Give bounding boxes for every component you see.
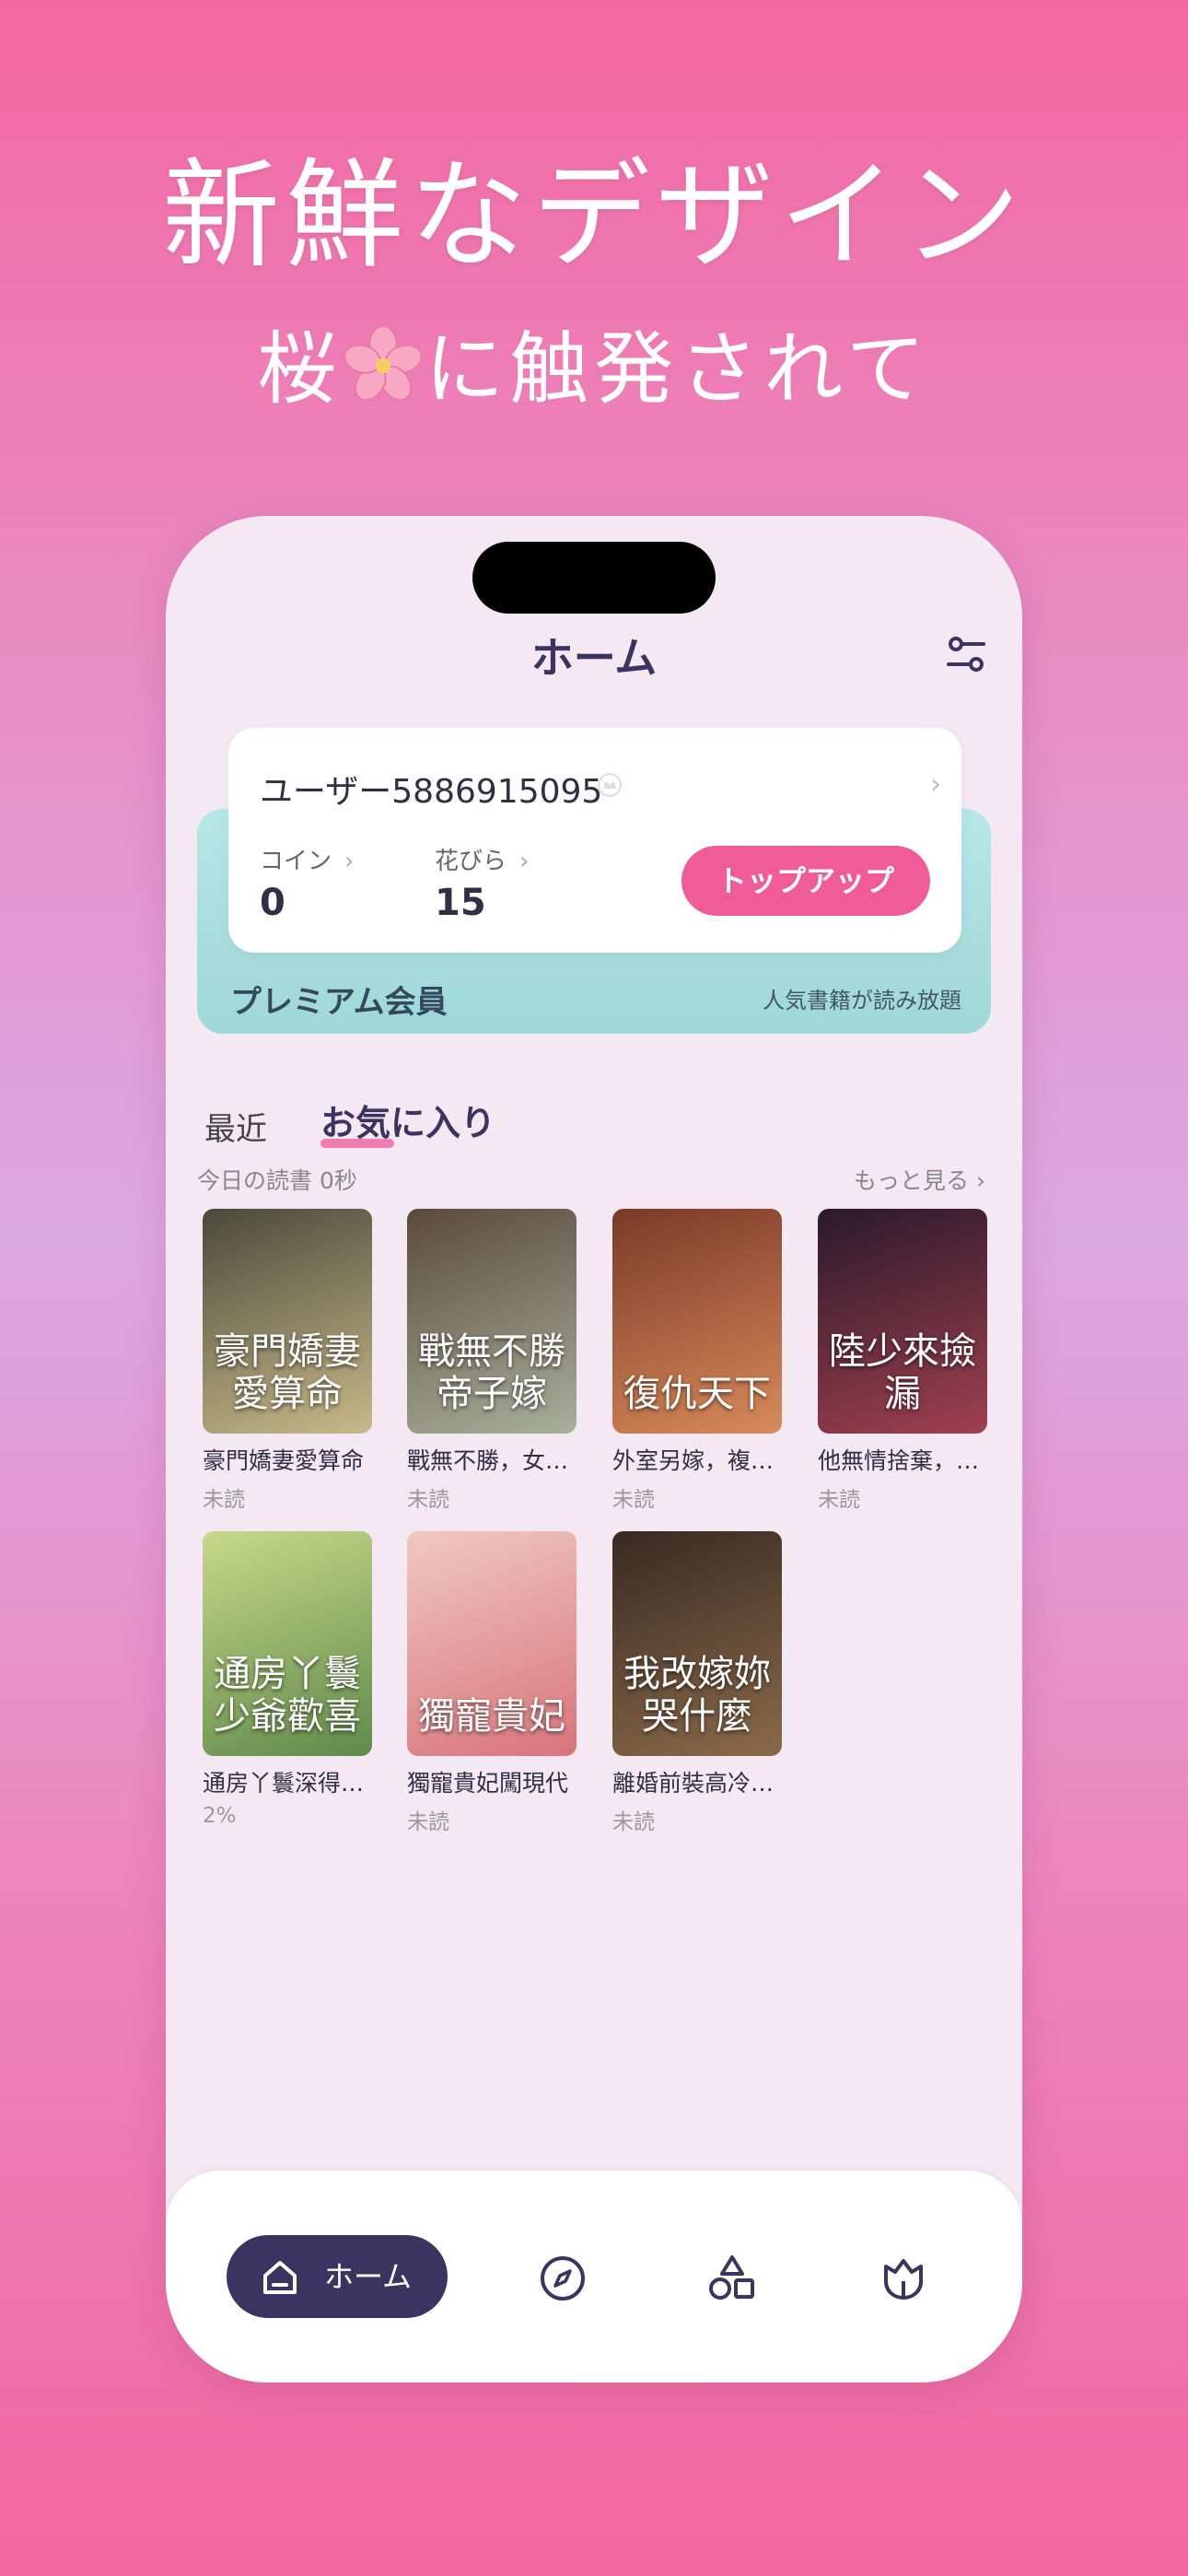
- page-title: ホーム: [530, 633, 658, 683]
- premium-perk: 人気書籍が読み放題: [763, 988, 961, 1013]
- shapes-icon[interactable]: [707, 2254, 757, 2303]
- bottom-nav: ホーム: [166, 2171, 1022, 2383]
- book-item[interactable]: 豪門嬌妻 愛算命豪門嬌妻愛算命 未読: [203, 1209, 374, 1513]
- book-title: 通房丫鬟深得…: [203, 1770, 365, 1797]
- tab-favorites[interactable]: お気に入り: [320, 1095, 495, 1145]
- cover-title-art: 陸少來撿漏: [829, 1330, 976, 1415]
- book-cover[interactable]: 我改嫁妳 哭什麼: [612, 1531, 782, 1756]
- today-reading: 今日の読書 0秒: [197, 1167, 357, 1194]
- book-item[interactable]: 通房丫鬟 少爺歡喜通房丫鬟深得… 2%: [203, 1531, 374, 1828]
- petal-value: 15: [435, 882, 486, 924]
- book-cover[interactable]: 陸少來撿漏: [818, 1209, 987, 1434]
- coin-label: コイン: [260, 848, 332, 875]
- hero-subtitle-post: に触発されて: [425, 323, 931, 416]
- cover-title-art: 通房丫鬟 少爺歡喜: [214, 1653, 361, 1738]
- more-label: もっと見る: [854, 1167, 970, 1194]
- dynamic-island: [472, 542, 716, 614]
- petal-stat[interactable]: 花びら › 15: [435, 842, 529, 924]
- book-cover[interactable]: 通房丫鬟 少爺歡喜: [203, 1531, 372, 1756]
- hero-subtitle-pre: 桜: [257, 323, 343, 416]
- book-title: 他無情捨棄，…: [818, 1447, 980, 1474]
- book-item[interactable]: 陸少來撿漏他無情捨棄，… 未読: [818, 1209, 989, 1513]
- book-item[interactable]: 戰無不勝 帝子嫁戰無不勝，女… 未読: [407, 1209, 578, 1513]
- book-title: 離婚前裝高冷…: [612, 1770, 775, 1797]
- book-status: 未読: [612, 1810, 655, 1834]
- crown-icon: [598, 773, 622, 797]
- book-status: 2%: [203, 1804, 237, 1828]
- compass-icon[interactable]: [538, 2254, 588, 2303]
- cover-title-art: 獨寵貴妃: [418, 1695, 565, 1738]
- book-cover[interactable]: 獨寵貴妃: [407, 1531, 577, 1756]
- hero-subtitle: 桜 に触発されて: [0, 304, 1188, 419]
- chevron-right-icon[interactable]: ›: [930, 768, 941, 801]
- cover-title-art: 復仇天下: [623, 1373, 771, 1415]
- settings-sliders-icon[interactable]: [943, 631, 989, 677]
- book-item[interactable]: 我改嫁妳 哭什麼離婚前裝高冷… 未読: [612, 1531, 784, 1835]
- book-title: 外室另嫁，複…: [612, 1447, 775, 1474]
- cover-title-art: 豪門嬌妻 愛算命: [214, 1330, 361, 1415]
- nav-home-label: ホーム: [324, 2259, 413, 2294]
- tulip-icon[interactable]: [879, 2254, 928, 2303]
- chevron-right-icon: ›: [976, 1167, 985, 1194]
- chevron-right-icon: ›: [344, 848, 355, 875]
- book-title: 戰無不勝，女…: [407, 1447, 569, 1474]
- hero-title: 新鮮なデザイン: [161, 147, 1026, 285]
- book-cover[interactable]: 戰無不勝 帝子嫁: [407, 1209, 577, 1434]
- book-cover[interactable]: 復仇天下: [612, 1209, 782, 1434]
- book-title: 豪門嬌妻愛算命: [203, 1447, 365, 1474]
- petal-label: 花びら: [435, 848, 507, 875]
- chevron-right-icon: ›: [519, 848, 530, 875]
- cover-title-art: 我改嫁妳 哭什麼: [623, 1653, 771, 1738]
- cover-title-art: 戰無不勝 帝子嫁: [418, 1330, 565, 1415]
- book-item[interactable]: 復仇天下外室另嫁，複… 未読: [612, 1209, 784, 1513]
- book-status: 未読: [203, 1488, 245, 1512]
- book-status: 未読: [407, 1488, 449, 1512]
- coin-value: 0: [260, 882, 285, 924]
- book-status: 未読: [407, 1810, 449, 1834]
- sakura-icon: [344, 324, 423, 401]
- book-status: 未読: [612, 1488, 655, 1512]
- username: ユーザー5886915095: [260, 773, 603, 811]
- nav-home[interactable]: ホーム: [227, 2235, 448, 2318]
- book-title: 獨寵貴妃闖現代: [407, 1770, 569, 1797]
- home-icon: [263, 2261, 297, 2294]
- premium-label: プレミアム会員: [230, 984, 448, 1021]
- book-status: 未読: [818, 1488, 860, 1512]
- topup-button[interactable]: トップアップ: [681, 846, 930, 916]
- phone-screen: ホーム プレミアム会員 人気書籍が読み放題 ユーザー5886915095 › コ…: [166, 516, 1022, 2383]
- book-item[interactable]: 獨寵貴妃獨寵貴妃闖現代 未読: [407, 1531, 578, 1835]
- tab-recent[interactable]: 最近: [204, 1104, 267, 1149]
- book-cover[interactable]: 豪門嬌妻 愛算命: [203, 1209, 372, 1434]
- user-card[interactable]: ユーザー5886915095 › コイン › 0 花びら › 15 トップアップ: [228, 728, 961, 953]
- more-link[interactable]: もっと見る ›: [854, 1163, 985, 1196]
- coin-stat[interactable]: コイン › 0: [260, 842, 354, 924]
